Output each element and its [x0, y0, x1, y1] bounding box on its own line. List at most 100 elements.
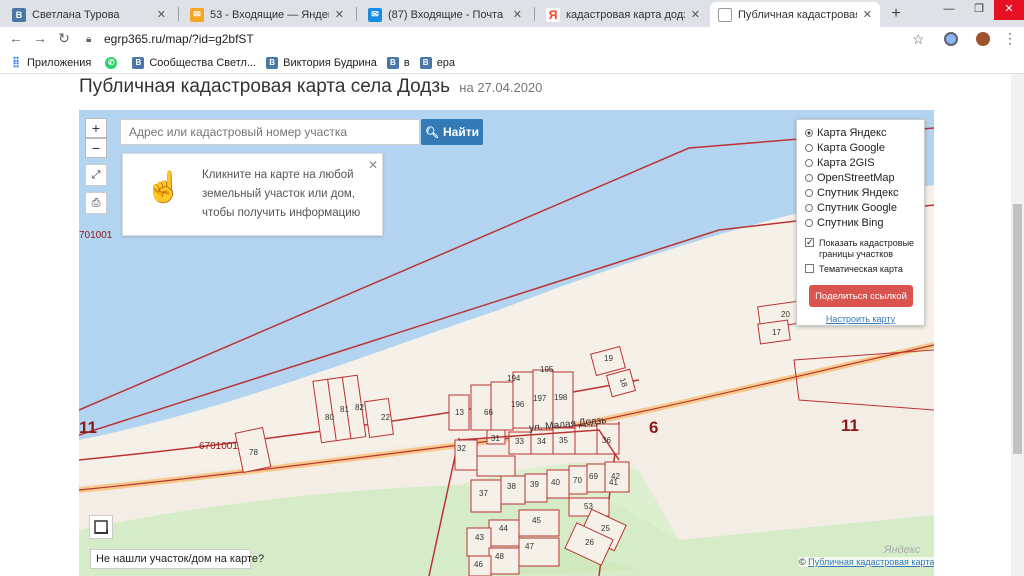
radio-icon[interactable]	[805, 203, 813, 212]
bookmark-star-icon[interactable]: ☆	[912, 31, 925, 48]
tab-title: Светлана Турова	[32, 8, 120, 21]
close-icon[interactable]: ✕	[157, 8, 166, 21]
layer-option[interactable]: Спутник Google	[805, 200, 916, 215]
print-icon[interactable]: ⎙	[85, 192, 107, 214]
vk-icon: B	[132, 56, 145, 69]
mailru-icon: ✉	[368, 7, 382, 22]
find-button[interactable]: 🔍︎ Найти	[421, 119, 483, 145]
parcel-number: 40	[551, 478, 560, 487]
parcel-number: 19	[604, 354, 613, 363]
tab-5[interactable]: Публичная кадастровая карта ✕	[710, 2, 880, 27]
tab-3[interactable]: ✉ (87) Входящие - Почта Mail.ru ✕	[360, 2, 530, 27]
bookmark-2[interactable]: B Виктория Будрина	[266, 56, 377, 69]
apps-icon: ⣿	[10, 56, 22, 69]
parcel-number: 66	[484, 408, 493, 417]
layer-option[interactable]: Карта 2GIS	[805, 155, 916, 170]
extension-icon[interactable]	[944, 32, 958, 46]
tab-1[interactable]: B Светлана Турова ✕	[4, 2, 174, 27]
reload-icon[interactable]: ↻	[54, 30, 74, 47]
radio-icon[interactable]	[805, 188, 813, 197]
address-bar[interactable]: 🔒︎ egrp365.ru/map/?id=g2bfST	[80, 28, 930, 50]
check-icon[interactable]: ✓	[805, 238, 814, 247]
parcel-number: 70	[573, 476, 582, 485]
parcel-number: 38	[507, 482, 516, 491]
bookmark-1[interactable]: B Сообщества Светл...	[132, 56, 256, 69]
parcel-number: 195	[540, 365, 554, 374]
tab-4[interactable]: Я кадастровая карта додзь — Янд… ✕	[538, 2, 708, 27]
bookmark-apps[interactable]: ⣿ Приложения	[10, 56, 91, 69]
vk-icon: B	[266, 56, 279, 69]
parcel-number: 44	[499, 524, 508, 533]
legend-icon[interactable]	[89, 515, 113, 539]
map[interactable]: 701001 6701001 11 6 11 ул. Малая Додзь 8…	[79, 110, 934, 576]
whatsapp-icon: ✆	[105, 56, 118, 69]
yandex-watermark: Яндекс	[884, 544, 921, 556]
close-icon[interactable]: ✕	[335, 8, 344, 21]
zone-label: 701001	[79, 230, 113, 241]
close-window-button[interactable]: ✕	[994, 0, 1024, 20]
share-button[interactable]: Поделиться ссылкой	[809, 285, 913, 307]
zone-label: 6701001	[199, 441, 238, 452]
parcel-number: 32	[457, 444, 466, 453]
zoom-out-button[interactable]: −	[85, 138, 107, 158]
not-found-link[interactable]: Не нашли участок/дом на карте?	[90, 549, 264, 569]
parcel-number: 36	[602, 436, 611, 445]
find-label: Найти	[442, 125, 479, 139]
parcel-number: 25	[601, 524, 610, 533]
checkbox-icon[interactable]	[805, 264, 814, 273]
configure-map-link[interactable]: Настроить карту	[805, 314, 916, 324]
bookmarks-bar: ⣿ Приложения ✆ B Сообщества Светл... B В…	[0, 52, 1024, 74]
close-icon[interactable]: ✕	[863, 8, 872, 21]
restore-button[interactable]: ❐	[964, 0, 994, 20]
radio-icon[interactable]	[805, 128, 813, 137]
vk-icon: B	[419, 56, 432, 69]
avatar[interactable]	[976, 32, 990, 46]
layer-option[interactable]: Спутник Bing	[805, 215, 916, 230]
parcel-number: 43	[475, 533, 484, 542]
minimize-button[interactable]: —	[934, 0, 964, 20]
yandex-icon: Я	[546, 7, 560, 22]
menu-icon[interactable]: ⋮	[1000, 30, 1020, 47]
radio-icon[interactable]	[805, 173, 813, 182]
forward-icon[interactable]: →	[30, 30, 50, 46]
close-icon[interactable]: ✕	[513, 8, 522, 21]
tab-2[interactable]: ✉ 53 - Входящие — Яндекс.Почта ✕	[182, 2, 352, 27]
back-icon[interactable]: ←	[6, 30, 26, 46]
radio-icon[interactable]	[805, 218, 813, 227]
parcel-number: 198	[554, 393, 568, 402]
bookmark-whatsapp[interactable]: ✆	[105, 56, 122, 69]
zoom-in-button[interactable]: +	[85, 118, 107, 138]
layer-panel: Карта Яндекс Карта Google Карта 2GIS Ope…	[796, 119, 925, 326]
copyright-link[interactable]: Публичная кадастровая карта	[808, 557, 934, 567]
parcel-number: 22	[381, 413, 390, 422]
search-icon: 🔍︎	[425, 126, 439, 139]
scrollbar[interactable]	[1011, 74, 1024, 576]
layer-option[interactable]: Карта Яндекс	[805, 125, 916, 140]
layer-option[interactable]: Карта Google	[805, 140, 916, 155]
parcel-number: 26	[585, 538, 594, 547]
bookmark-4[interactable]: B ера	[419, 56, 455, 69]
layer-option[interactable]: Спутник Яндекс	[805, 185, 916, 200]
search-input[interactable]	[120, 119, 420, 145]
tab-strip: B Светлана Турова ✕ ✉ 53 - Входящие — Ян…	[0, 0, 1024, 27]
scroll-thumb[interactable]	[1013, 204, 1022, 454]
zone-number: 11	[79, 418, 97, 437]
browser-toolbar: ← → ↻ 🔒︎ egrp365.ru/map/?id=g2bfST ☆ ⋮	[0, 27, 1024, 52]
parcel-number: 80	[325, 413, 334, 422]
new-tab-button[interactable]: +	[886, 4, 906, 24]
thematic-checkbox[interactable]: Тематическая карта	[805, 264, 916, 275]
parcel-number: 82	[355, 403, 364, 412]
page-title-text: Публичная кадастровая карта села Додзь	[79, 76, 451, 97]
lock-icon: 🔒︎	[86, 34, 92, 45]
fullscreen-icon[interactable]: ⤢	[85, 164, 107, 186]
radio-icon[interactable]	[805, 158, 813, 167]
radio-icon[interactable]	[805, 143, 813, 152]
parcel-number: 47	[525, 542, 534, 551]
close-icon[interactable]: ✕	[691, 8, 700, 21]
bookmark-3[interactable]: B в	[386, 56, 410, 69]
close-icon[interactable]: ✕	[368, 158, 378, 172]
bookmark-label: Виктория Будрина	[283, 56, 377, 69]
page-content: Публичная кадастровая карта села Додзь н…	[0, 74, 1011, 576]
show-borders-checkbox[interactable]: ✓ Показать кадастровые границы участков	[805, 238, 916, 260]
layer-option[interactable]: OpenStreetMap	[805, 170, 916, 185]
